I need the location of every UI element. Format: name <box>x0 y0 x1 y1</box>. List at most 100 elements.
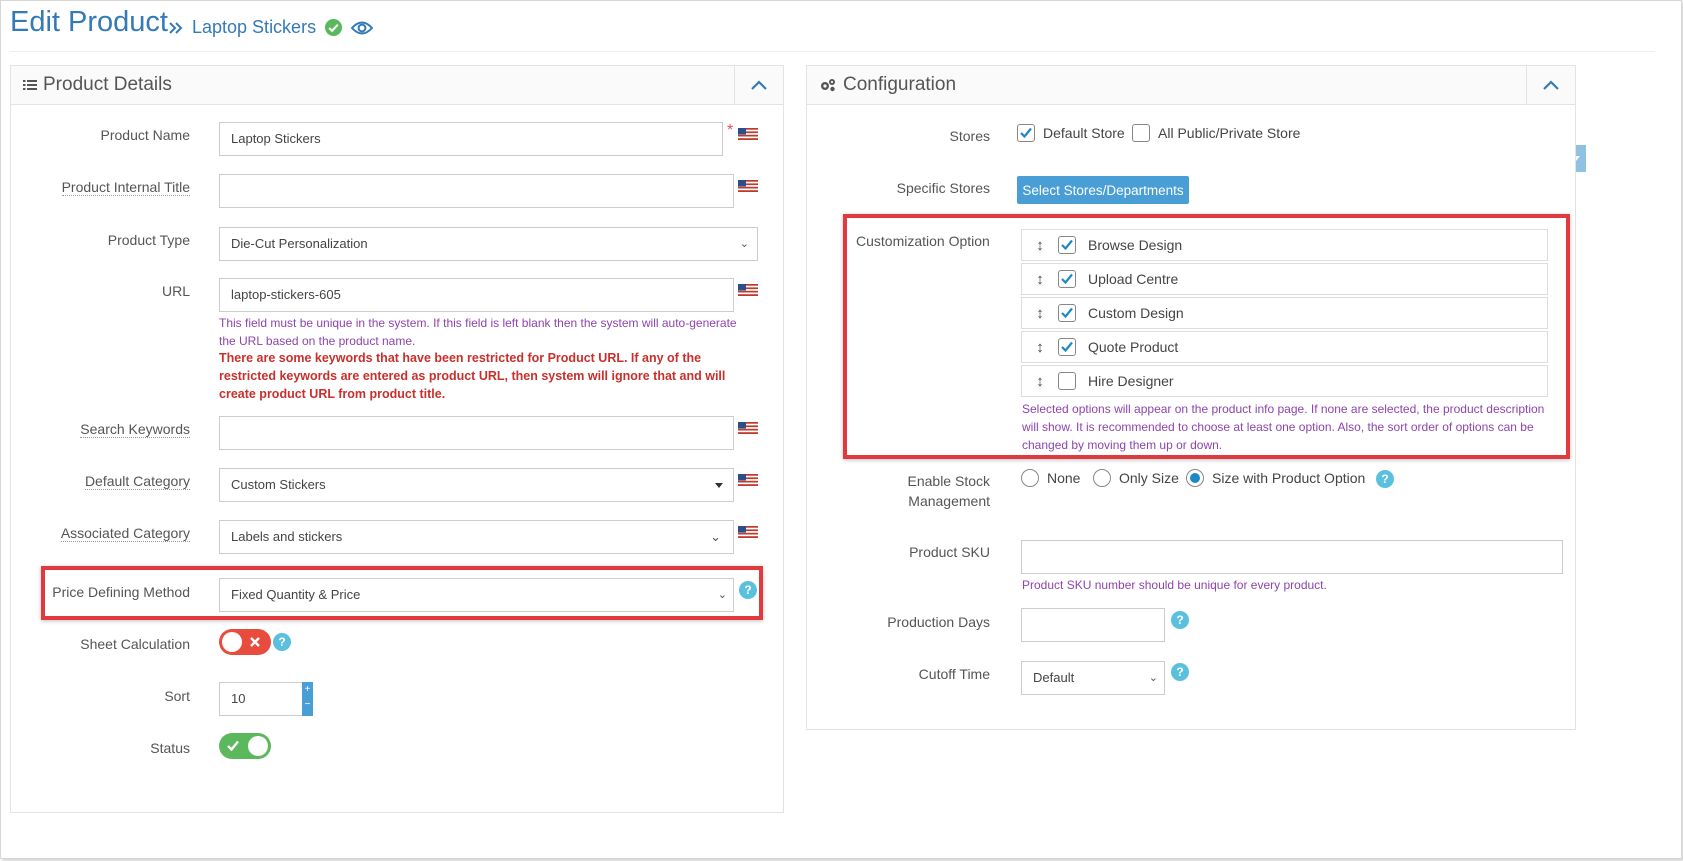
title-divider <box>10 51 1655 52</box>
search-keywords-input[interactable] <box>219 416 734 450</box>
panel-title: Product Details <box>23 74 172 96</box>
chevron-down-icon: ⌄ <box>1148 672 1158 684</box>
checkbox[interactable] <box>1058 372 1076 390</box>
check-icon <box>1061 273 1073 284</box>
url-input[interactable]: laptop-stickers-605 <box>219 278 734 312</box>
check-icon <box>227 740 239 751</box>
toggle-knob <box>222 632 242 652</box>
internal-title-input[interactable] <box>219 174 734 208</box>
help-icon[interactable]: ? <box>1376 470 1394 488</box>
checkbox[interactable] <box>1017 124 1035 142</box>
panel-header: Configuration <box>807 66 1575 105</box>
help-icon[interactable]: ? <box>273 633 291 651</box>
collapse-button[interactable] <box>1526 66 1575 104</box>
cutoff-label: Cutoff Time <box>918 666 990 682</box>
customization-option[interactable]: ↕ Quote Product <box>1021 331 1548 363</box>
chevron-up-icon <box>1543 80 1559 90</box>
sheet-calc-toggle[interactable] <box>219 629 271 655</box>
stock-option-size[interactable]: Only Size <box>1093 469 1179 487</box>
option-label: Browse Design <box>1088 237 1183 253</box>
sort-input[interactable]: 10 <box>219 682 303 716</box>
cutoff-select[interactable]: Default ⌄ <box>1021 661 1165 695</box>
sort-arrows-icon[interactable]: ↕ <box>1032 271 1048 288</box>
chevron-down-icon: ⌄ <box>739 238 749 250</box>
cutoff-value: Default <box>1033 670 1075 685</box>
store-option-label: All Public/Private Store <box>1158 125 1301 141</box>
check-circle-icon <box>325 18 343 37</box>
product-name-input[interactable]: Laptop Stickers <box>219 122 723 156</box>
check-icon <box>1020 127 1032 138</box>
sku-input[interactable] <box>1021 540 1563 574</box>
caret-down-icon <box>715 483 723 488</box>
url-warning: There are some keywords that have been r… <box>219 351 726 401</box>
sort-arrows-icon[interactable]: ↕ <box>1032 339 1048 356</box>
us-flag-icon <box>738 284 758 296</box>
radio[interactable] <box>1021 469 1039 487</box>
sort-arrows-icon[interactable]: ↕ <box>1032 237 1048 254</box>
url-note: This field must be unique in the system.… <box>219 316 737 348</box>
price-method-label: Price Defining Method <box>52 584 190 600</box>
product-type-select[interactable]: Die-Cut Personalization ⌄ <box>219 227 758 261</box>
store-option-all[interactable]: All Public/Private Store <box>1132 124 1300 142</box>
product-type-value: Die-Cut Personalization <box>231 236 368 251</box>
stock-option-label: Size with Product Option <box>1212 470 1366 486</box>
status-toggle[interactable] <box>219 733 271 759</box>
radio[interactable] <box>1186 469 1204 487</box>
checkbox[interactable] <box>1058 304 1076 322</box>
associated-category-select[interactable]: Labels and stickers ⌄ <box>219 520 734 554</box>
stepper-up[interactable]: + <box>302 682 313 697</box>
breadcrumb: Laptop Stickers <box>168 17 374 38</box>
collapse-button[interactable] <box>734 66 783 104</box>
customization-option[interactable]: ↕ Browse Design <box>1021 229 1548 261</box>
sort-arrows-icon[interactable]: ↕ <box>1032 373 1048 390</box>
internal-title-label: Product Internal Title <box>61 179 190 196</box>
required-marker: * <box>727 122 734 139</box>
chevron-down-icon: ⌄ <box>710 529 721 544</box>
eye-icon[interactable] <box>351 20 374 36</box>
checkbox[interactable] <box>1132 124 1150 142</box>
status-label: Status <box>150 740 190 756</box>
panel-title-text: Product Details <box>43 74 172 95</box>
specific-stores-label: Specific Stores <box>896 180 990 196</box>
sku-note: Product SKU number should be unique for … <box>1022 578 1327 592</box>
sku-label: Product SKU <box>909 544 990 560</box>
stock-label: Enable Stock Management <box>850 471 991 511</box>
check-icon <box>1061 307 1073 318</box>
default-category-select[interactable]: Custom Stickers <box>219 468 734 502</box>
checkbox[interactable] <box>1058 270 1076 288</box>
stock-label-line1: Enable Stock <box>907 473 991 489</box>
help-icon[interactable]: ? <box>739 581 757 599</box>
option-label: Custom Design <box>1088 305 1184 321</box>
sort-label: Sort <box>164 688 190 704</box>
search-keywords-label: Search Keywords <box>80 421 190 438</box>
price-method-select[interactable]: Fixed Quantity & Price ⌄ <box>219 578 734 612</box>
checkbox[interactable] <box>1058 338 1076 356</box>
help-icon[interactable]: ? <box>1171 611 1189 629</box>
x-icon <box>250 637 260 647</box>
sort-stepper[interactable]: + − <box>302 682 313 716</box>
check-icon <box>1061 239 1073 250</box>
us-flag-icon <box>738 180 758 192</box>
price-method-value: Fixed Quantity & Price <box>231 587 361 602</box>
us-flag-icon <box>738 474 758 486</box>
sort-arrows-icon[interactable]: ↕ <box>1032 305 1048 322</box>
url-label: URL <box>161 283 190 299</box>
customization-option[interactable]: ↕ Hire Designer <box>1021 365 1548 397</box>
production-days-input[interactable] <box>1021 608 1165 642</box>
sheet-calc-label: Sheet Calculation <box>80 636 190 652</box>
stock-option-none[interactable]: None <box>1021 469 1080 487</box>
default-category-value: Custom Stickers <box>231 477 326 492</box>
customization-option[interactable]: ↕ Upload Centre <box>1021 263 1548 295</box>
checkbox[interactable] <box>1058 236 1076 254</box>
us-flag-icon <box>738 526 758 538</box>
radio[interactable] <box>1093 469 1111 487</box>
production-days-label: Production Days <box>887 614 990 630</box>
breadcrumb-product[interactable]: Laptop Stickers <box>192 17 316 38</box>
select-stores-button[interactable]: Select Stores/Departments <box>1017 176 1189 204</box>
customization-option[interactable]: ↕ Custom Design <box>1021 297 1548 329</box>
store-option-default[interactable]: Default Store <box>1017 124 1125 142</box>
associated-category-value: Labels and stickers <box>231 529 343 544</box>
stock-option-size-product[interactable]: Size with Product Option <box>1186 469 1365 487</box>
help-icon[interactable]: ? <box>1171 663 1189 681</box>
stepper-down[interactable]: − <box>302 697 313 712</box>
